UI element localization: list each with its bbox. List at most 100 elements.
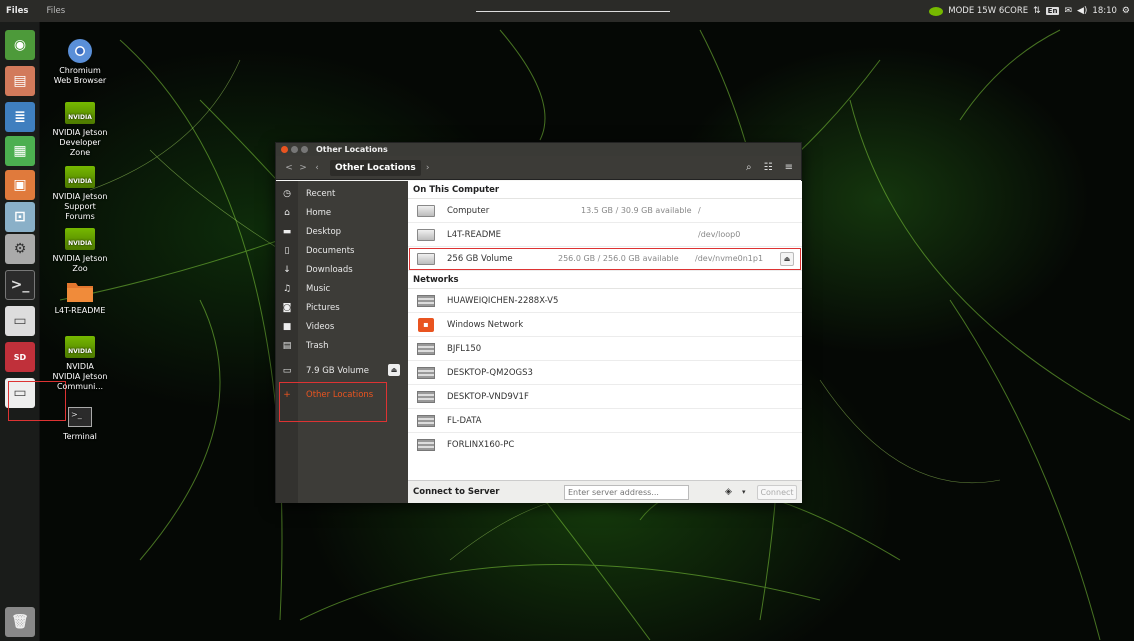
terminal-icon: >_ (65, 404, 95, 430)
desktop-icon-jetson-community[interactable]: NVIDIA NVIDIA NVIDIA Jetson Communi... (52, 334, 108, 392)
device-row-256gb-volume[interactable]: 256 GB Volume 256.0 GB / 256.0 GB availa… (408, 247, 802, 271)
trash-icon: ▤ (282, 340, 292, 351)
files-launcher-icon[interactable]: ▤ (5, 66, 35, 96)
desktop-icon: ▬ (282, 226, 292, 237)
network-row[interactable]: FORLINX160-PC (408, 433, 802, 457)
toolbar: < > ‹ Other Locations › ⌕ ☷ ≡ (276, 156, 801, 180)
desktop-icon-l4t-readme[interactable]: L4T-README (52, 278, 108, 316)
clock-icon: ◷ (283, 188, 291, 199)
calc-launcher-icon[interactable]: ▦ (5, 136, 35, 166)
nvidia-icon: NVIDIA (65, 336, 95, 358)
active-app-name: Files (6, 6, 29, 16)
writer-launcher-icon[interactable]: ≣ (5, 102, 35, 132)
window-titlebar[interactable]: Other Locations (276, 143, 801, 156)
network-server-icon (417, 414, 435, 427)
back-button[interactable]: < (282, 163, 296, 173)
drive-icon: ▭ (282, 365, 292, 376)
breadcrumb[interactable]: Other Locations (330, 159, 421, 176)
power-mode-label[interactable]: MODE 15W 6CORE (948, 6, 1028, 16)
nvidia-icon: NVIDIA (65, 166, 95, 188)
system-tray: MODE 15W 6CORE ⇅ En ✉ ◀) 18:10 ⚙ (929, 0, 1130, 22)
sidebar-item-home[interactable]: ⌂ Home (276, 203, 408, 222)
impress-launcher-icon[interactable]: ▣ (5, 170, 35, 200)
window-title: Other Locations (316, 145, 388, 154)
settings-launcher-icon[interactable]: ⚙ (5, 234, 35, 264)
desktop-icon-terminal[interactable]: >_ Terminal (52, 404, 108, 442)
network-row[interactable]: DESKTOP-QM2OGS3 (408, 361, 802, 385)
network-row[interactable]: FL-DATA (408, 409, 802, 433)
section-header-computer: On This Computer (408, 181, 802, 199)
search-icon[interactable]: ⌕ (746, 162, 752, 173)
device-row-computer[interactable]: Computer 13.5 GB / 30.9 GB available / (408, 199, 802, 223)
list-view-icon[interactable]: ☷ (764, 162, 773, 173)
nvidia-icon: NVIDIA (65, 228, 95, 250)
minimize-icon[interactable] (291, 146, 298, 153)
breadcrumb-left-arrow[interactable]: ‹ (310, 163, 324, 173)
close-icon[interactable] (281, 146, 288, 153)
nvidia-power-icon[interactable] (929, 6, 944, 16)
trash-launcher-icon[interactable]: 🗑 (5, 607, 35, 637)
sidebar-item-music[interactable]: ♫ Music (276, 279, 408, 298)
keyboard-layout-indicator[interactable]: En (1045, 7, 1060, 15)
video-icon: ■ (282, 321, 292, 332)
maximize-icon[interactable] (301, 146, 308, 153)
network-server-icon (417, 366, 435, 379)
server-address-input[interactable] (564, 484, 689, 500)
sidebar: ◷ Recent ⌂ Home ▬ Desktop ▯ Documents ↓ Downl… (276, 181, 408, 503)
device-row-l4t-readme[interactable]: L4T-README /dev/loop0 (408, 223, 802, 247)
camera-icon: ◙ (282, 302, 292, 313)
desktop-icon-jetson-developer-zone[interactable]: NVIDIA NVIDIA Jetson Developer Zone (52, 100, 108, 158)
locations-list: On This Computer Computer 13.5 GB / 30.9… (408, 181, 802, 480)
download-icon: ↓ (283, 264, 291, 275)
window-title-area (476, 0, 670, 12)
terminal-launcher-icon[interactable]: >_ (5, 270, 35, 300)
menu-icon[interactable]: ≡ (785, 162, 793, 173)
mail-icon[interactable]: ✉ (1064, 6, 1072, 16)
drive-icon (417, 252, 435, 265)
sidebar-item-downloads[interactable]: ↓ Downloads (276, 260, 408, 279)
network-row[interactable]: BJFL150 (408, 337, 802, 361)
network-server-icon (417, 294, 435, 307)
breadcrumb-right-arrow[interactable]: › (421, 163, 435, 173)
chevron-down-icon[interactable]: ▾ (742, 488, 746, 496)
dash-button[interactable]: ◉ (5, 30, 35, 60)
folder-icon (65, 278, 95, 304)
sidebar-item-videos[interactable]: ■ Videos (276, 317, 408, 336)
network-row[interactable]: DESKTOP-VND9V1F (408, 385, 802, 409)
sidebar-item-pictures[interactable]: ◙ Pictures (276, 298, 408, 317)
network-server-icon (417, 342, 435, 355)
sidebar-item-volume[interactable]: ▭ 7.9 GB Volume ⏏ (276, 361, 408, 380)
network-server-icon (417, 439, 435, 451)
sidebar-item-documents[interactable]: ▯ Documents (276, 241, 408, 260)
network-server-icon (417, 390, 435, 403)
network-row[interactable]: HUAWEIQICHEN-2288X-V5 (408, 289, 802, 313)
drive-launcher-icon[interactable]: ▭ (5, 306, 35, 336)
document-icon: ▯ (284, 245, 290, 256)
sidebar-item-recent[interactable]: ◷ Recent (276, 184, 408, 203)
software-center-launcher-icon[interactable]: ⊡ (5, 202, 35, 232)
gear-icon[interactable]: ⚙ (1122, 6, 1130, 16)
sd-card-launcher-icon[interactable]: SD (5, 342, 35, 372)
highlight-box-other-locations (279, 382, 387, 422)
eject-icon[interactable]: ⏏ (388, 364, 400, 376)
eject-icon[interactable]: ⏏ (780, 251, 794, 266)
files-window: Other Locations < > ‹ Other Locations › … (275, 142, 802, 503)
sidebar-item-desktop[interactable]: ▬ Desktop (276, 222, 408, 241)
files-menu[interactable]: Files (46, 6, 65, 16)
sidebar-item-trash[interactable]: ▤ Trash (276, 336, 408, 355)
music-icon: ♫ (282, 283, 292, 294)
top-panel: Files Files MODE 15W 6CORE ⇅ En ✉ ◀) 18:… (0, 0, 1134, 22)
section-header-networks: Networks (408, 271, 802, 289)
network-updown-icon[interactable]: ⇅ (1033, 6, 1041, 16)
forward-button[interactable]: > (296, 163, 310, 173)
connect-button[interactable]: Connect (757, 484, 797, 500)
desktop-icon-jetson-zoo[interactable]: NVIDIA NVIDIA Jetson Zoo (52, 226, 108, 274)
volume-icon[interactable]: ◀) (1077, 6, 1087, 16)
server-history-icon[interactable]: ◈ (725, 487, 732, 497)
desktop-icon-chromium[interactable]: Chromium Web Browser (52, 38, 108, 86)
network-row[interactable]: ▪ Windows Network (408, 313, 802, 337)
desktop-icon-jetson-support-forums[interactable]: NVIDIA NVIDIA Jetson Support Forums (52, 164, 108, 222)
connect-bar: Connect to Server ◈ ▾ Connect (408, 480, 802, 503)
clock[interactable]: 18:10 (1092, 6, 1117, 16)
drive-icon (417, 228, 435, 241)
